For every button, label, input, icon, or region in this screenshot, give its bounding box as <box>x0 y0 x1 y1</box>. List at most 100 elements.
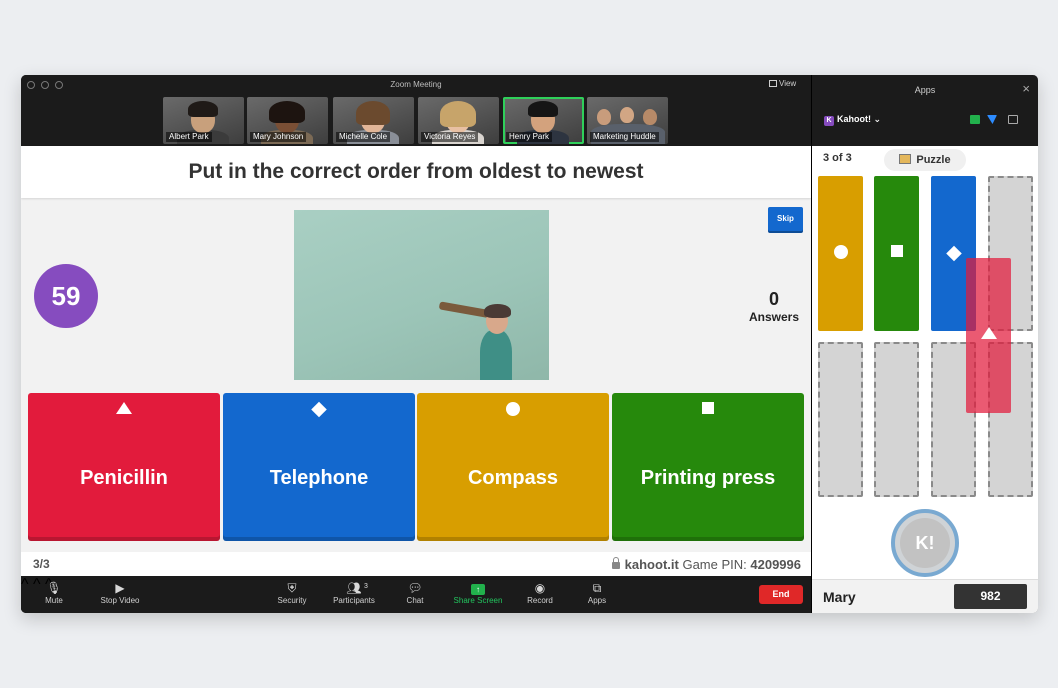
apps-title: Apps <box>914 85 936 95</box>
share-screen-label: Share Screen <box>453 596 503 605</box>
child-figure <box>480 330 512 380</box>
chevron-up-icon[interactable]: ^ <box>33 576 41 593</box>
answer-tile-green: Printing press <box>612 393 804 541</box>
puzzle-slot-2[interactable] <box>874 176 919 331</box>
participant-tile[interactable]: Mary Johnson <box>247 97 328 144</box>
kahoot-footer: 3/3 kahoot.it Game PIN: 4209996 <box>21 552 811 576</box>
title-bar: Zoom Meeting View <box>21 75 811 95</box>
participants-count: 3 <box>364 583 368 590</box>
apps-label: Apps <box>587 596 607 605</box>
square-icon <box>890 245 903 257</box>
participant-figure <box>643 109 657 125</box>
grid-view-icon <box>769 80 777 87</box>
participant-tile[interactable]: Marketing Huddle <box>587 97 668 144</box>
participant-tile[interactable]: Victoria Reyes <box>418 97 499 144</box>
external-link-icon[interactable] <box>1008 115 1018 124</box>
stop-video-button[interactable]: ▶ Stop Video <box>95 580 145 605</box>
apps-header: Apps × K Kahoot! ⌄ <box>812 75 1038 146</box>
answer-label: Penicillin <box>80 467 168 489</box>
record-icon: ◉ <box>534 581 546 595</box>
dragging-tile-red[interactable] <box>966 258 1011 413</box>
game-pin-label: Game PIN: <box>682 557 747 572</box>
skip-button[interactable]: Skip <box>768 207 803 231</box>
answer-tile-yellow: Compass <box>417 393 609 541</box>
answers-counter: 0 Answers <box>743 289 805 324</box>
participant-figure <box>528 101 558 117</box>
child-figure <box>484 304 511 318</box>
question-progress: 3 of 3 <box>823 152 852 164</box>
player-bar: Mary 982 <box>812 579 1038 613</box>
view-button-label: View <box>779 79 797 88</box>
mute-button[interactable]: 🎙︎ Mute <box>41 580 67 605</box>
video-camera-icon: ▶ <box>115 581 125 595</box>
answer-tile-red: Penicillin <box>28 393 220 541</box>
kahoot-k-logo-icon: K! <box>900 518 950 568</box>
share-app-icon[interactable] <box>970 115 980 124</box>
question-text: Put in the correct order from oldest to … <box>188 160 644 183</box>
app-selector-dropdown[interactable]: K Kahoot! ⌄ <box>824 114 881 126</box>
meeting-toolbar: 🎙︎ Mute ^ ▶ Stop Video ^ ⛨ Security 👥︎ P… <box>21 576 811 613</box>
participant-figure <box>597 109 611 125</box>
question-image <box>294 210 549 380</box>
circle-icon <box>506 402 520 416</box>
answer-label: Telephone <box>269 467 369 489</box>
apps-panel: Apps × K Kahoot! ⌄ 3 of 3 Puzzle K! Mary… <box>812 75 1038 613</box>
answer-label: Printing press <box>640 467 776 489</box>
zoom-window: Zoom Meeting View Albert Park Mary Johns… <box>21 75 1038 613</box>
chevron-up-icon[interactable]: ^ <box>21 576 29 593</box>
apps-icon: ⧉ <box>592 581 602 595</box>
participant-tile[interactable]: Michelle Cole <box>333 97 414 144</box>
countdown-timer: 59 <box>34 264 98 328</box>
participants-button[interactable]: 👥︎ Participants <box>328 580 380 605</box>
diamond-icon <box>945 245 962 262</box>
participant-figure <box>188 101 218 117</box>
diamond-icon <box>311 401 327 418</box>
view-button[interactable]: View <box>769 79 796 88</box>
lock-icon <box>611 557 620 569</box>
participant-name: Victoria Reyes <box>421 132 479 142</box>
microphone-icon: 🎙︎ <box>46 581 62 595</box>
answers-count-value: 0 <box>768 289 779 309</box>
participant-tile[interactable]: Albert Park <box>163 97 244 144</box>
puzzle-placeholder[interactable] <box>874 342 919 497</box>
circle-icon <box>833 245 848 259</box>
puzzle-placeholder[interactable] <box>818 342 863 497</box>
participant-name: Albert Park <box>166 132 212 142</box>
puzzle-mode-badge: Puzzle <box>884 149 966 171</box>
security-label: Security <box>277 596 307 605</box>
chat-label: Chat <box>406 596 424 605</box>
participant-name: Michelle Cole <box>336 132 391 142</box>
kahoot-site: kahoot.it <box>624 557 679 572</box>
puzzle-slot-1[interactable] <box>818 176 863 331</box>
apps-button[interactable]: ⧉ Apps <box>584 580 610 605</box>
chat-icon: 💬︎ <box>407 581 423 595</box>
close-icon[interactable]: × <box>1022 81 1030 96</box>
answers-count-label: Answers <box>748 310 800 324</box>
participant-figure <box>620 107 634 123</box>
participant-name: Mary Johnson <box>250 132 307 142</box>
security-button[interactable]: ⛨ Security <box>273 580 311 605</box>
game-pin-area: kahoot.it Game PIN: 4209996 <box>611 557 801 572</box>
answer-tile-blue: Telephone <box>223 393 415 541</box>
participants-icon: 👥︎ <box>346 581 362 595</box>
triangle-icon <box>980 327 997 339</box>
question-counter: 3/3 <box>33 557 50 571</box>
submit-kahoot-button[interactable]: K! <box>891 509 959 577</box>
player-score: 982 <box>954 584 1027 609</box>
player-name: Mary <box>823 589 856 605</box>
participant-name: Marketing Huddle <box>590 132 659 142</box>
record-label: Record <box>527 596 553 605</box>
chat-button[interactable]: 💬︎ Chat <box>403 580 427 605</box>
square-icon <box>702 402 714 414</box>
end-meeting-button[interactable]: End <box>759 585 803 604</box>
participant-tile-active-speaker[interactable]: Henry Park <box>503 97 584 144</box>
record-button[interactable]: ◉ Record <box>524 580 556 605</box>
kahoot-logo-icon: K <box>824 116 834 126</box>
puzzle-meta: 3 of 3 Puzzle <box>812 146 1038 176</box>
zoom-meeting-area: Zoom Meeting View Albert Park Mary Johns… <box>21 75 811 613</box>
send-icon[interactable] <box>987 115 997 124</box>
mute-label: Mute <box>45 596 63 605</box>
triangle-icon <box>116 402 132 414</box>
share-screen-icon: ↑ <box>450 580 506 596</box>
share-screen-button[interactable]: ↑ Share Screen <box>450 580 506 605</box>
